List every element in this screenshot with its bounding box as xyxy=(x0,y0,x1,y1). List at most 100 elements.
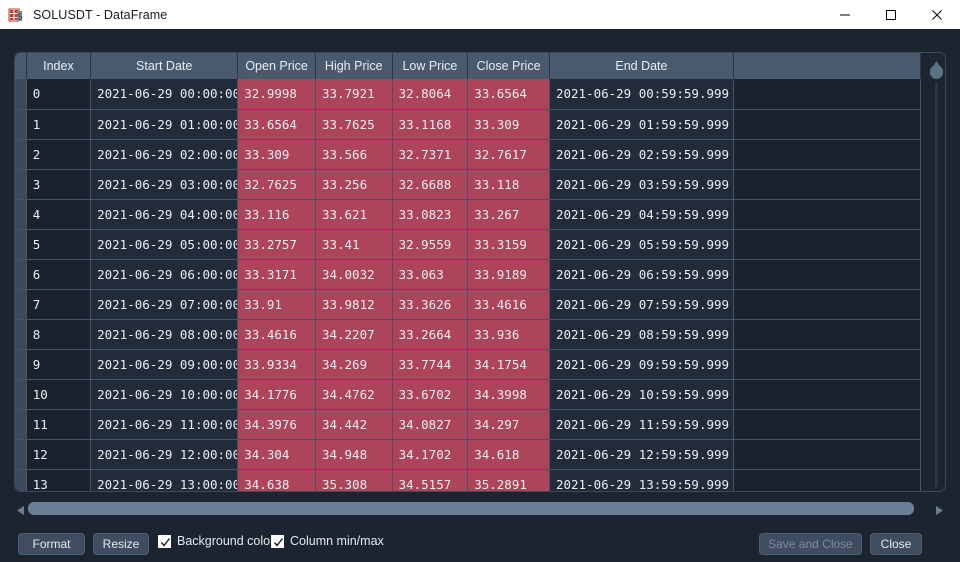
scroll-right-arrow-icon[interactable] xyxy=(935,503,944,515)
cell-end-date[interactable]: 2021-06-29 04:59:59.999 xyxy=(549,199,734,230)
cell-index[interactable]: 4 xyxy=(26,199,92,230)
table-row[interactable]: 7 2021-06-29 07:00:00 33.91 33.9812 33.3626 3… xyxy=(15,289,922,320)
cell-start-date[interactable]: 2021-06-29 07:00:00 xyxy=(90,289,239,320)
cell-close-price[interactable]: 33.309 xyxy=(467,109,550,140)
background-color-checkbox[interactable]: Background color xyxy=(158,534,274,548)
close-dialog-button[interactable]: Close xyxy=(870,533,922,555)
cell-low-price[interactable]: 32.6688 xyxy=(392,169,469,200)
cell-start-date[interactable]: 2021-06-29 00:00:00 xyxy=(90,79,239,110)
cell-open-price[interactable]: 33.116 xyxy=(237,199,316,230)
cell-open-price[interactable]: 32.7625 xyxy=(237,169,316,200)
cell-index[interactable]: 10 xyxy=(26,379,92,410)
cell-index[interactable]: 3 xyxy=(26,169,92,200)
column-header-close-price[interactable]: Close Price xyxy=(467,53,550,79)
cell-open-price[interactable]: 33.4616 xyxy=(237,319,316,350)
cell-high-price[interactable]: 33.7625 xyxy=(315,109,393,140)
cell-open-price[interactable]: 33.309 xyxy=(237,139,316,170)
row-selector-cell[interactable] xyxy=(15,169,27,200)
cell-high-price[interactable]: 33.7921 xyxy=(315,79,393,110)
row-selector-cell[interactable] xyxy=(15,379,27,410)
cell-close-price[interactable]: 33.6564 xyxy=(467,79,550,110)
cell-index[interactable]: 2 xyxy=(26,139,92,170)
cell-close-price[interactable]: 32.7617 xyxy=(467,139,550,170)
cell-high-price[interactable]: 34.948 xyxy=(315,439,393,470)
cell-start-date[interactable]: 2021-06-29 05:00:00 xyxy=(90,229,239,260)
cell-low-price[interactable]: 33.6702 xyxy=(392,379,469,410)
cell-high-price[interactable]: 34.0032 xyxy=(315,259,393,290)
cell-low-price[interactable]: 33.0823 xyxy=(392,199,469,230)
cell-close-price[interactable]: 33.4616 xyxy=(467,289,550,320)
cell-end-date[interactable]: 2021-06-29 12:59:59.999 xyxy=(549,439,734,470)
cell-low-price[interactable]: 32.8064 xyxy=(392,79,469,110)
vertical-scrollbar[interactable] xyxy=(929,54,944,491)
cell-low-price[interactable]: 34.5157 xyxy=(392,469,469,491)
cell-index[interactable]: 7 xyxy=(26,289,92,320)
column-header-low-price[interactable]: Low Price xyxy=(392,53,469,79)
corner-header-cell[interactable] xyxy=(15,53,27,79)
horizontal-scrollbar[interactable] xyxy=(14,500,946,516)
cell-index[interactable]: 0 xyxy=(26,79,92,110)
cell-start-date[interactable]: 2021-06-29 04:00:00 xyxy=(90,199,239,230)
minimize-button[interactable] xyxy=(822,0,868,29)
cell-open-price[interactable]: 34.3976 xyxy=(237,409,316,440)
cell-end-date[interactable]: 2021-06-29 06:59:59.999 xyxy=(549,259,734,290)
cell-high-price[interactable]: 35.308 xyxy=(315,469,393,491)
resize-button[interactable]: Resize xyxy=(93,533,149,555)
cell-index[interactable]: 5 xyxy=(26,229,92,260)
table-row[interactable]: 0 2021-06-29 00:00:00 32.9998 33.7921 32.806… xyxy=(15,79,922,110)
cell-low-price[interactable]: 33.7744 xyxy=(392,349,469,380)
cell-start-date[interactable]: 2021-06-29 02:00:00 xyxy=(90,139,239,170)
cell-low-price[interactable]: 32.7371 xyxy=(392,139,469,170)
dataframe-grid[interactable]: Index Start Date Open Price High Price L… xyxy=(15,53,945,491)
cell-open-price[interactable]: 34.1776 xyxy=(237,379,316,410)
cell-index[interactable]: 9 xyxy=(26,349,92,380)
cell-index[interactable]: 12 xyxy=(26,439,92,470)
cell-end-date[interactable]: 2021-06-29 05:59:59.999 xyxy=(549,229,734,260)
cell-high-price[interactable]: 33.41 xyxy=(315,229,393,260)
checkbox-checked-icon[interactable] xyxy=(158,534,171,548)
row-selector-cell[interactable] xyxy=(15,109,27,140)
row-selector-cell[interactable] xyxy=(15,259,27,290)
cell-close-price[interactable]: 33.9189 xyxy=(467,259,550,290)
format-button[interactable]: Format xyxy=(18,533,85,555)
cell-close-price[interactable]: 33.3159 xyxy=(467,229,550,260)
cell-close-price[interactable]: 33.118 xyxy=(467,169,550,200)
cell-low-price[interactable]: 33.063 xyxy=(392,259,469,290)
row-selector-cell[interactable] xyxy=(15,349,27,380)
table-row[interactable]: 8 2021-06-29 08:00:00 33.4616 34.2207 33.266… xyxy=(15,319,922,350)
row-selector-cell[interactable] xyxy=(15,289,27,320)
cell-low-price[interactable]: 33.3626 xyxy=(392,289,469,320)
vertical-scrollbar-thumb[interactable] xyxy=(930,65,943,79)
cell-high-price[interactable]: 34.269 xyxy=(315,349,393,380)
table-row[interactable]: 12 2021-06-29 12:00:00 34.304 34.948 34.1702… xyxy=(15,439,922,470)
row-selector-cell[interactable] xyxy=(15,229,27,260)
close-button[interactable] xyxy=(914,0,960,29)
cell-close-price[interactable]: 34.1754 xyxy=(467,349,550,380)
cell-high-price[interactable]: 34.442 xyxy=(315,409,393,440)
table-row[interactable]: 3 2021-06-29 03:00:00 32.7625 33.256 32.6688… xyxy=(15,169,922,200)
table-row[interactable]: 13 2021-06-29 13:00:00 34.638 35.308 34.5157… xyxy=(15,469,922,491)
cell-end-date[interactable]: 2021-06-29 00:59:59.999 xyxy=(549,79,734,110)
table-row[interactable]: 6 2021-06-29 06:00:00 33.3171 34.0032 33.063… xyxy=(15,259,922,290)
table-row[interactable]: 10 2021-06-29 10:00:00 34.1776 34.4762 33.67… xyxy=(15,379,922,410)
cell-high-price[interactable]: 33.566 xyxy=(315,139,393,170)
cell-start-date[interactable]: 2021-06-29 08:00:00 xyxy=(90,319,239,350)
cell-start-date[interactable]: 2021-06-29 01:00:00 xyxy=(90,109,239,140)
cell-start-date[interactable]: 2021-06-29 06:00:00 xyxy=(90,259,239,290)
row-selector-cell[interactable] xyxy=(15,469,27,491)
cell-end-date[interactable]: 2021-06-29 01:59:59.999 xyxy=(549,109,734,140)
column-header-high-price[interactable]: High Price xyxy=(315,53,393,79)
cell-low-price[interactable]: 34.1702 xyxy=(392,439,469,470)
cell-end-date[interactable]: 2021-06-29 13:59:59.999 xyxy=(549,469,734,491)
cell-start-date[interactable]: 2021-06-29 09:00:00 xyxy=(90,349,239,380)
cell-end-date[interactable]: 2021-06-29 09:59:59.999 xyxy=(549,349,734,380)
cell-high-price[interactable]: 33.256 xyxy=(315,169,393,200)
cell-open-price[interactable]: 33.2757 xyxy=(237,229,316,260)
cell-start-date[interactable]: 2021-06-29 12:00:00 xyxy=(90,439,239,470)
cell-index[interactable]: 13 xyxy=(26,469,92,491)
horizontal-scrollbar-thumb[interactable] xyxy=(28,502,914,515)
column-minmax-checkbox[interactable]: Column min/max xyxy=(271,534,384,548)
checkbox-checked-icon[interactable] xyxy=(271,534,284,548)
cell-close-price[interactable]: 35.2891 xyxy=(467,469,550,491)
row-selector-cell[interactable] xyxy=(15,409,27,440)
